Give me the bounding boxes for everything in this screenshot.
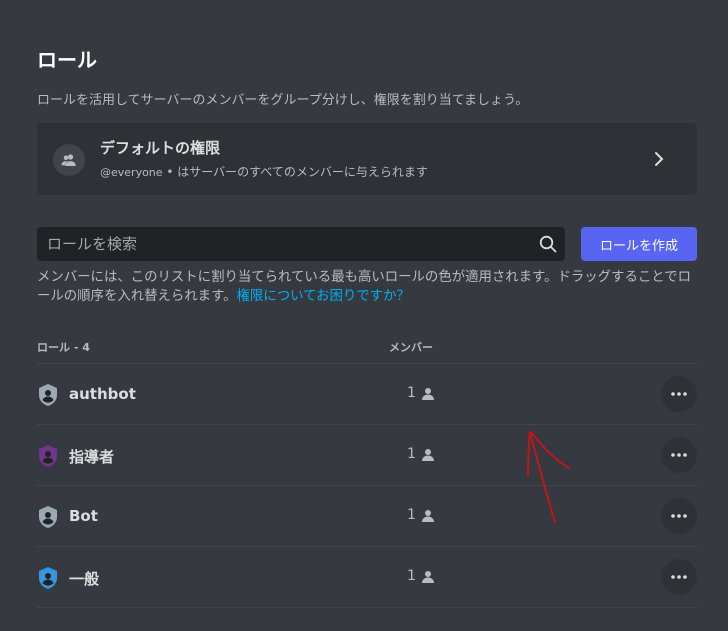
role-row[interactable]: 指導者 1: [37, 425, 697, 485]
more-icon: [671, 392, 687, 396]
permissions-help-link[interactable]: 権限についてお困りですか？: [237, 289, 410, 304]
shield-icon: [37, 566, 59, 594]
default-permissions-desc: • はサーバーのすべてのメンバーに与えられます: [162, 165, 428, 179]
role-search-input[interactable]: [37, 227, 527, 261]
more-icon: [671, 514, 687, 518]
role-row[interactable]: 一般 1: [37, 547, 697, 607]
create-role-button[interactable]: ロールを作成: [581, 227, 697, 261]
member-count: 1: [407, 385, 416, 401]
role-name: authbot: [69, 385, 136, 403]
more-options-button[interactable]: [661, 376, 697, 412]
member-count: 1: [407, 568, 416, 584]
divider: [37, 607, 697, 608]
more-icon: [671, 575, 687, 579]
everyone-tag: @everyone: [100, 166, 163, 179]
person-icon: [421, 569, 435, 588]
role-row[interactable]: Bot 1: [37, 486, 697, 546]
page-description: ロールを活用してサーバーのメンバーをグループ分けし、権限を割り当てましょう。: [37, 93, 529, 108]
shield-icon: [37, 444, 59, 472]
more-icon: [671, 453, 687, 457]
more-options-button[interactable]: [661, 498, 697, 534]
default-permissions-card[interactable]: デフォルトの権限 @everyone • はサーバーのすべてのメンバーに与えられ…: [37, 123, 697, 195]
role-search: [37, 227, 565, 261]
members-column-header: メンバー: [389, 341, 433, 354]
shield-icon: [37, 383, 59, 411]
shield-icon: [37, 505, 59, 533]
role-name: 一般: [69, 570, 100, 588]
chevron-right-icon: [649, 149, 669, 173]
default-permissions-subtitle: @everyone • はサーバーのすべてのメンバーに与えられます: [100, 163, 428, 180]
member-count: 1: [407, 507, 416, 523]
more-options-button[interactable]: [661, 437, 697, 473]
person-icon: [421, 508, 435, 527]
page-title: ロール: [37, 48, 97, 72]
roles-column-header: ロール - 4: [37, 341, 90, 354]
person-icon: [421, 386, 435, 405]
more-options-button[interactable]: [661, 559, 697, 595]
role-row[interactable]: authbot 1: [37, 364, 697, 424]
members-icon: [53, 144, 85, 176]
role-name: Bot: [69, 507, 98, 525]
person-icon: [421, 447, 435, 466]
role-name: 指導者: [69, 448, 115, 466]
search-icon[interactable]: [539, 235, 557, 257]
default-permissions-title: デフォルトの権限: [100, 139, 221, 157]
member-count: 1: [407, 446, 416, 462]
role-help-text: メンバーには、このリストに割り当てられている最も高いロールの色が適用されます。ド…: [37, 268, 702, 306]
